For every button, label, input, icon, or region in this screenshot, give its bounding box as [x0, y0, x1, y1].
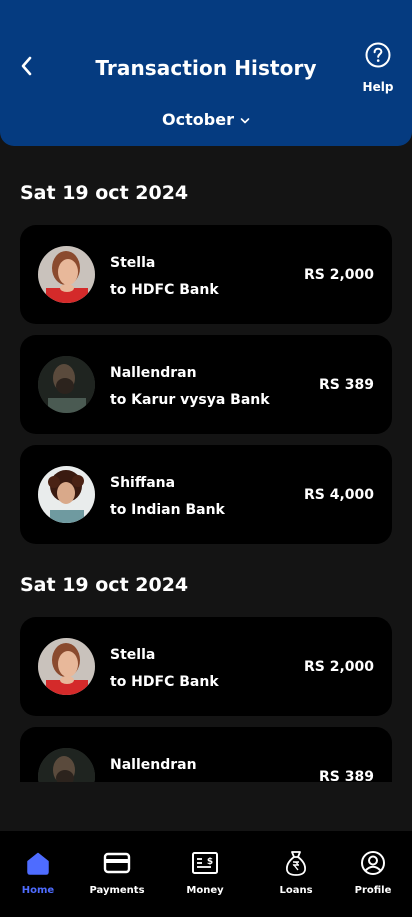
transaction-amount: RS 4,000 — [303, 487, 374, 503]
payee-name: Nallendran — [110, 365, 197, 381]
nav-payments[interactable]: Payments — [82, 849, 152, 896]
nav-label: Home — [21, 885, 55, 896]
chevron-down-icon — [240, 110, 250, 129]
payee-name: Shiffana — [110, 475, 176, 491]
avatar — [38, 638, 95, 695]
date-heading: Sat 19 oct 2024 — [20, 574, 189, 596]
payee-bank: to HDFC Bank — [110, 674, 219, 690]
avatar — [38, 748, 95, 782]
payee-bank: to Karur vysya Bank — [110, 392, 270, 408]
transaction-card[interactable]: Stella to HDFC Bank RS 2,000 — [20, 225, 392, 324]
bottom-navigation: Home Payments $ Money Loans Profile — [0, 831, 412, 917]
payee-name: Stella — [110, 647, 156, 663]
card-icon — [103, 849, 131, 877]
nav-label: Money — [186, 885, 224, 896]
nav-home[interactable]: Home — [3, 849, 73, 896]
help-button[interactable]: Help — [358, 42, 398, 94]
transaction-amount: RS 389 — [319, 377, 374, 393]
transaction-amount: RS 389 — [319, 769, 374, 782]
page-title: Transaction History — [95, 56, 317, 80]
transaction-list[interactable]: Sat 19 oct 2024 Stella to HDFC Bank RS 2… — [0, 146, 412, 782]
transaction-card[interactable]: Nallendran to Karur vysya Bank RS 389 — [20, 335, 392, 434]
home-icon — [24, 849, 52, 877]
date-heading: Sat 19 oct 2024 — [20, 182, 189, 204]
money-icon: $ — [191, 849, 219, 877]
payee-bank: to HDFC Bank — [110, 282, 219, 298]
nav-profile[interactable]: Profile — [338, 849, 408, 896]
transaction-amount: RS 2,000 — [303, 659, 374, 675]
payee-name: Nallendran — [110, 757, 197, 773]
nav-label: Payments — [89, 885, 145, 896]
nav-label: Loans — [279, 885, 313, 896]
svg-text:$: $ — [207, 857, 213, 867]
transaction-card[interactable]: Shiffana to Indian Bank RS 4,000 — [20, 445, 392, 544]
transaction-card[interactable]: Stella to HDFC Bank RS 2,000 — [20, 617, 392, 716]
payee-name: Stella — [110, 255, 156, 271]
month-label: October — [162, 110, 234, 129]
profile-icon — [359, 849, 387, 877]
avatar — [38, 356, 95, 413]
help-icon — [365, 42, 391, 72]
payee-bank: to Indian Bank — [110, 502, 225, 518]
avatar — [38, 466, 95, 523]
help-label: Help — [362, 80, 394, 94]
header: Transaction History Help October — [0, 0, 412, 146]
avatar — [38, 246, 95, 303]
nav-label: Profile — [354, 885, 392, 896]
month-selector[interactable]: October — [0, 110, 412, 129]
transaction-card[interactable]: Nallendran RS 389 — [20, 727, 392, 782]
transaction-history-screen: Transaction History Help October Sat 19 … — [0, 0, 412, 917]
transaction-amount: RS 2,000 — [303, 267, 374, 283]
nav-loans[interactable]: Loans — [261, 849, 331, 896]
loan-bag-icon — [282, 849, 310, 877]
nav-money[interactable]: $ Money — [170, 849, 240, 896]
